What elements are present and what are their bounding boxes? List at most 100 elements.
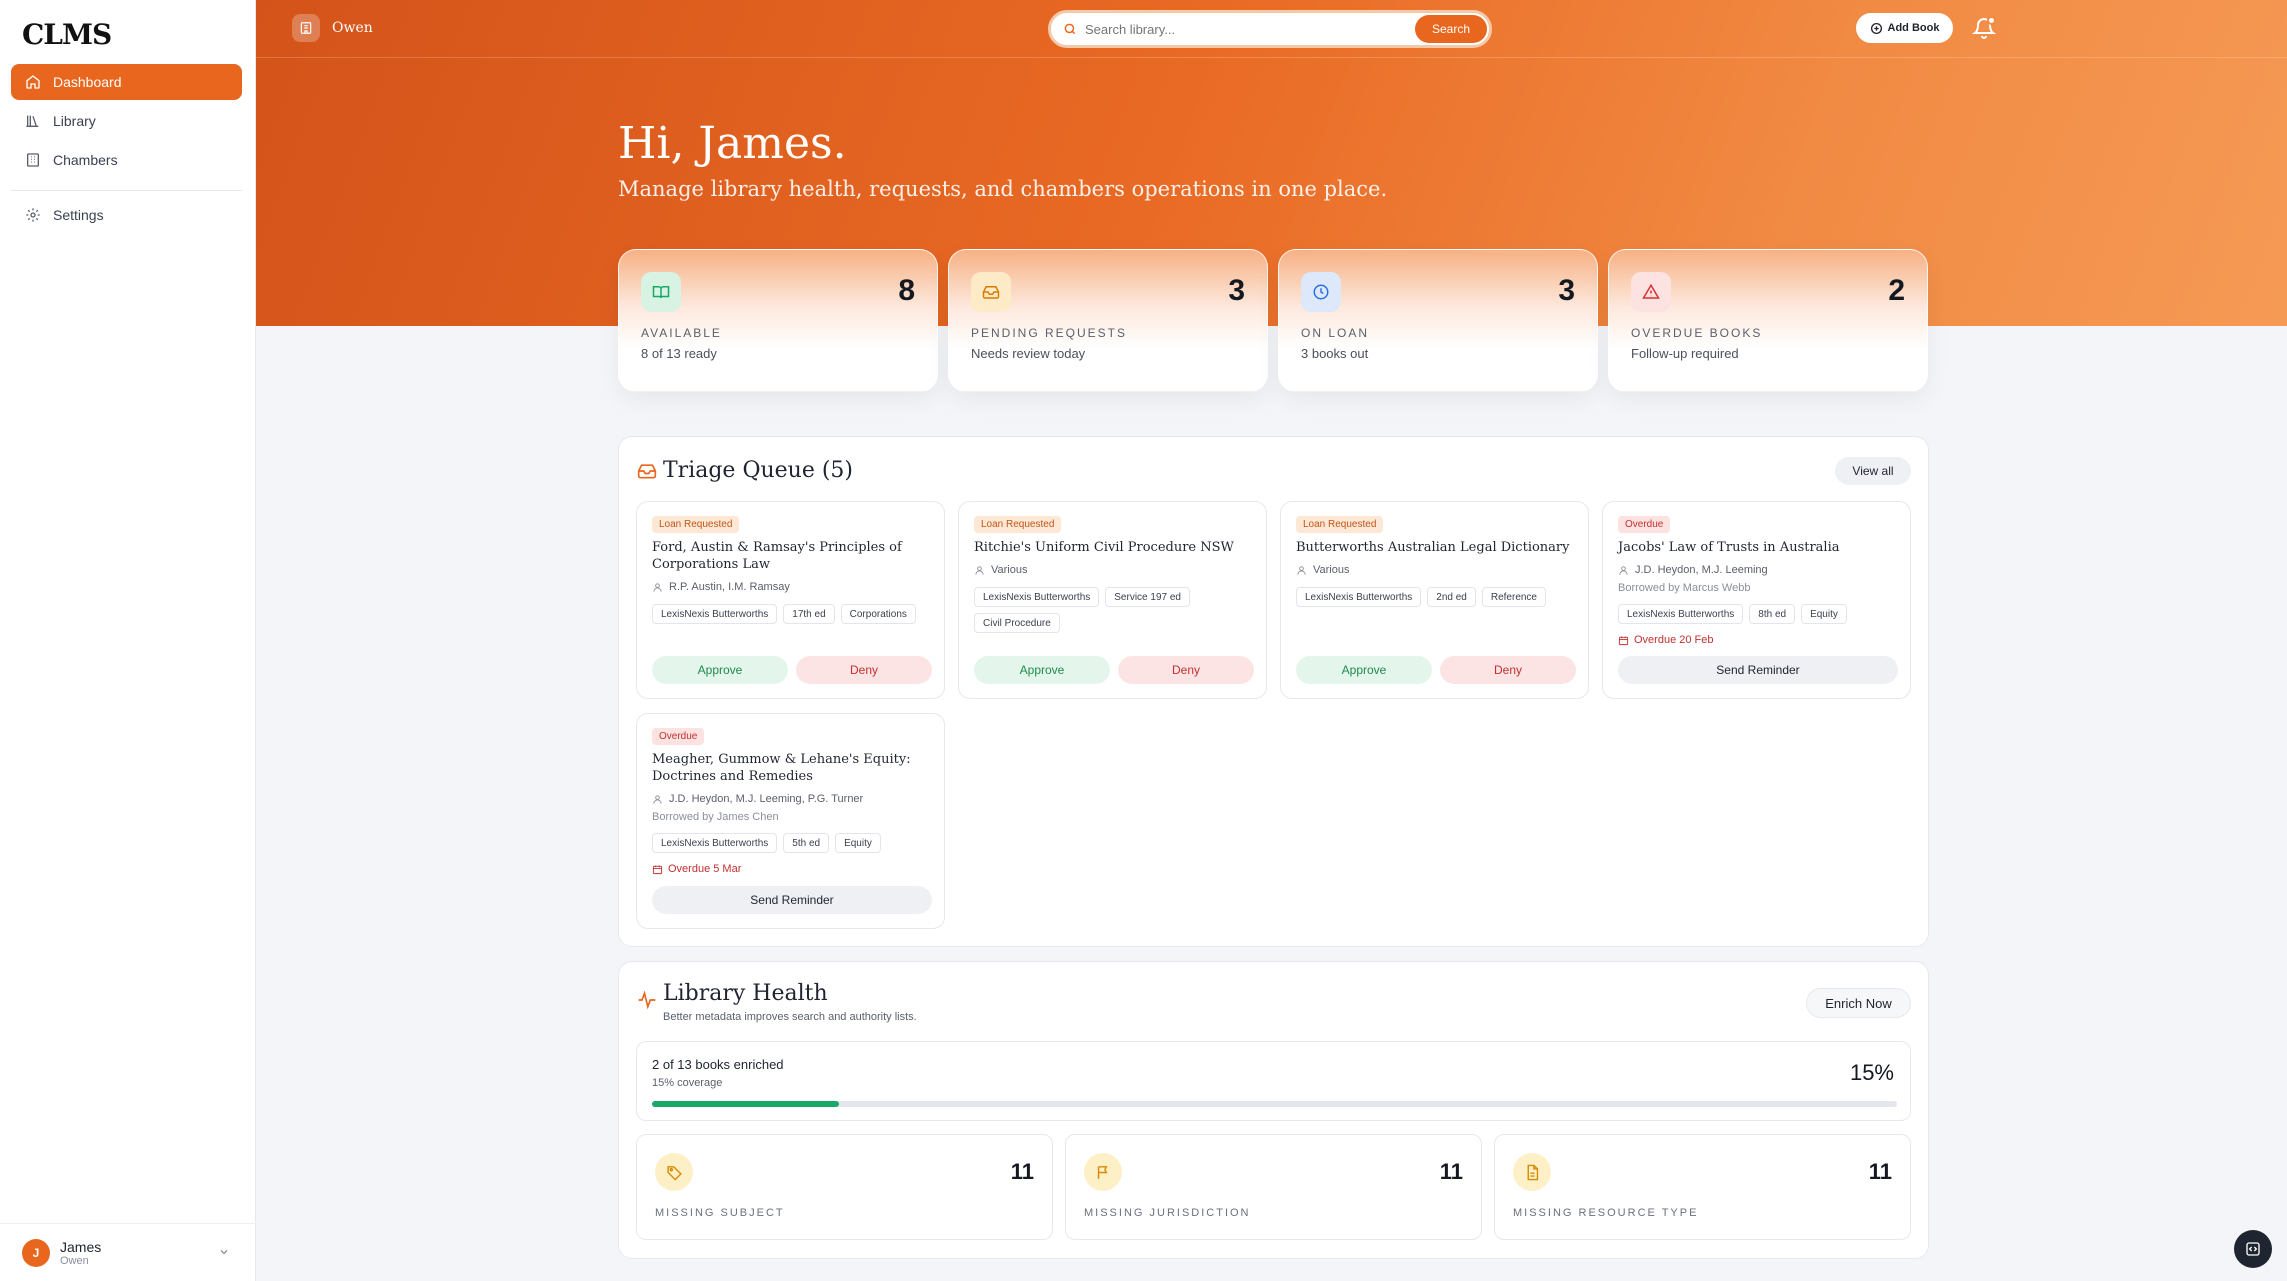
approve-button[interactable]: Approve — [974, 656, 1110, 684]
tag: 8th ed — [1749, 604, 1796, 624]
metric-card-missing-jurisdiction[interactable]: 11 MISSING JURISDICTION — [1065, 1134, 1482, 1240]
triage-card[interactable]: Loan Requested Ford, Austin & Ramsay's P… — [636, 501, 945, 699]
metric-card-missing-subject[interactable]: 11 MISSING SUBJECT — [636, 1134, 1053, 1240]
book-title: Jacobs' Law of Trusts in Australia — [1618, 540, 1840, 555]
tag-list: LexisNexis Butterworths Service 197 ed C… — [974, 587, 1259, 633]
stat-card-pending-requests[interactable]: 3 PENDING REQUESTS Needs review today — [948, 249, 1268, 392]
approve-button[interactable]: Approve — [652, 656, 788, 684]
triage-title: Triage Queue (5) — [663, 458, 854, 483]
tag: Corporations — [840, 604, 916, 624]
coverage-progress-fill — [652, 1101, 839, 1107]
metric-label: MISSING JURISDICTION — [1084, 1207, 1251, 1219]
calendar-icon — [652, 864, 663, 874]
metric-value: 11 — [1439, 1159, 1463, 1184]
author-row: Various — [974, 564, 1027, 576]
chevron-down-icon[interactable] — [218, 1246, 230, 1258]
book-authors: R.P. Austin, I.M. Ramsay — [669, 581, 790, 593]
author-row: J.D. Heydon, M.J. Leeming, P.G. Turner — [652, 793, 863, 805]
search-button[interactable]: Search — [1415, 15, 1487, 43]
tag: Service 197 ed — [1105, 587, 1190, 607]
tag-list: LexisNexis Butterworths 17th ed Corporat… — [652, 604, 937, 624]
coverage-percent: 15% — [1849, 1060, 1894, 1085]
library-health-panel: Library Health Better metadata improves … — [618, 961, 1929, 1259]
triage-queue-panel: Triage Queue (5) View all Loan Requested… — [618, 436, 1929, 947]
status-badge: Overdue — [1618, 516, 1671, 533]
enrich-now-button[interactable]: Enrich Now — [1806, 988, 1911, 1018]
stat-value: 2 — [1888, 274, 1905, 307]
stat-sub: 8 of 13 ready — [641, 346, 717, 361]
send-reminder-button[interactable]: Send Reminder — [1618, 656, 1898, 684]
gear-icon — [26, 208, 40, 222]
stat-card-available[interactable]: 8 AVAILABLE 8 of 13 ready — [618, 249, 938, 392]
inbox-icon — [971, 272, 1011, 312]
stat-sub: 3 books out — [1301, 346, 1369, 361]
code-icon — [2246, 1242, 2260, 1256]
search-input[interactable] — [1085, 21, 1415, 37]
metric-label: MISSING SUBJECT — [655, 1207, 785, 1219]
book-title: Ford, Austin & Ramsay's Principles of Co… — [652, 540, 902, 572]
sidebar-item-chambers[interactable]: Chambers — [11, 142, 242, 178]
metric-card-missing-resource-type[interactable]: 11 MISSING RESOURCE TYPE — [1494, 1134, 1911, 1240]
home-icon — [26, 75, 40, 89]
clock-icon — [1301, 272, 1341, 312]
add-book-button[interactable]: Add Book — [1856, 13, 1953, 43]
file-text-icon — [1513, 1153, 1551, 1191]
borrowed-by: Borrowed by Marcus Webb — [1618, 582, 1751, 594]
app-logo[interactable]: CLMS — [22, 18, 112, 51]
stat-sub: Needs review today — [971, 346, 1086, 361]
page-subtitle: Manage library health, requests, and cha… — [618, 177, 1388, 201]
coverage-progress-track — [652, 1101, 1897, 1107]
stat-card-overdue-books[interactable]: 2 OVERDUE BOOKS Follow-up required — [1608, 249, 1928, 392]
sidebar: CLMS Dashboard Library Chambers Settings… — [0, 0, 256, 1281]
triage-card[interactable]: Loan Requested Butterworths Australian L… — [1280, 501, 1589, 699]
approve-button[interactable]: Approve — [1296, 656, 1432, 684]
sidebar-item-library[interactable]: Library — [11, 103, 242, 139]
view-all-button[interactable]: View all — [1835, 457, 1911, 485]
triage-card[interactable]: Loan Requested Ritchie's Uniform Civil P… — [958, 501, 1267, 699]
user-icon — [653, 582, 662, 592]
tag: Equity — [835, 833, 881, 853]
triage-card[interactable]: Overdue Jacobs' Law of Trusts in Austral… — [1602, 501, 1911, 699]
sidebar-item-dashboard[interactable]: Dashboard — [11, 64, 242, 100]
deny-button[interactable]: Deny — [1118, 656, 1254, 684]
flag-icon — [1084, 1153, 1122, 1191]
metric-label: MISSING RESOURCE TYPE — [1513, 1207, 1699, 1219]
building-icon — [292, 14, 320, 42]
org-switcher[interactable]: Owen — [292, 14, 373, 42]
user-icon — [1297, 565, 1306, 575]
status-badge: Loan Requested — [652, 516, 740, 533]
status-badge: Loan Requested — [974, 516, 1062, 533]
alert-triangle-icon — [1631, 272, 1671, 312]
due-text: Overdue 5 Mar — [668, 863, 742, 875]
dev-tools-button[interactable] — [2234, 1230, 2272, 1268]
notification-dot — [1987, 16, 1996, 25]
tag-list: LexisNexis Butterworths 5th ed Equity — [652, 833, 937, 853]
calendar-icon — [1618, 635, 1629, 645]
sidebar-item-label: Settings — [53, 207, 104, 223]
coverage-sub: 15% coverage — [652, 1077, 723, 1089]
sidebar-divider — [11, 190, 242, 191]
stat-value: 3 — [1558, 274, 1575, 307]
deny-button[interactable]: Deny — [796, 656, 932, 684]
book-authors: J.D. Heydon, M.J. Leeming, P.G. Turner — [669, 793, 864, 805]
tag-list: LexisNexis Butterworths 8th ed Equity — [1618, 604, 1903, 624]
health-title: Library Health — [663, 981, 828, 1006]
sidebar-item-label: Library — [53, 113, 96, 129]
book-authors: Various — [1313, 564, 1350, 576]
deny-button[interactable]: Deny — [1440, 656, 1576, 684]
topbar: Owen Search Add Book — [256, 0, 2287, 58]
book-title: Meagher, Gummow & Lehane's Equity: Doctr… — [652, 752, 911, 784]
stat-card-on-loan[interactable]: 3 ON LOAN 3 books out — [1278, 249, 1598, 392]
search-icon — [1064, 23, 1076, 35]
coverage-box: 2 of 13 books enriched 15% coverage 15% — [636, 1041, 1911, 1121]
add-book-label: Add Book — [1887, 22, 1940, 34]
tag-icon — [655, 1153, 693, 1191]
tag: LexisNexis Butterworths — [1296, 587, 1422, 607]
user-menu[interactable]: J James Owen — [0, 1223, 256, 1281]
tag: LexisNexis Butterworths — [652, 604, 778, 624]
inbox-icon — [637, 464, 657, 479]
stat-label: OVERDUE BOOKS — [1631, 326, 1763, 340]
send-reminder-button[interactable]: Send Reminder — [652, 886, 932, 914]
triage-card[interactable]: Overdue Meagher, Gummow & Lehane's Equit… — [636, 713, 945, 929]
sidebar-item-settings[interactable]: Settings — [11, 197, 242, 233]
